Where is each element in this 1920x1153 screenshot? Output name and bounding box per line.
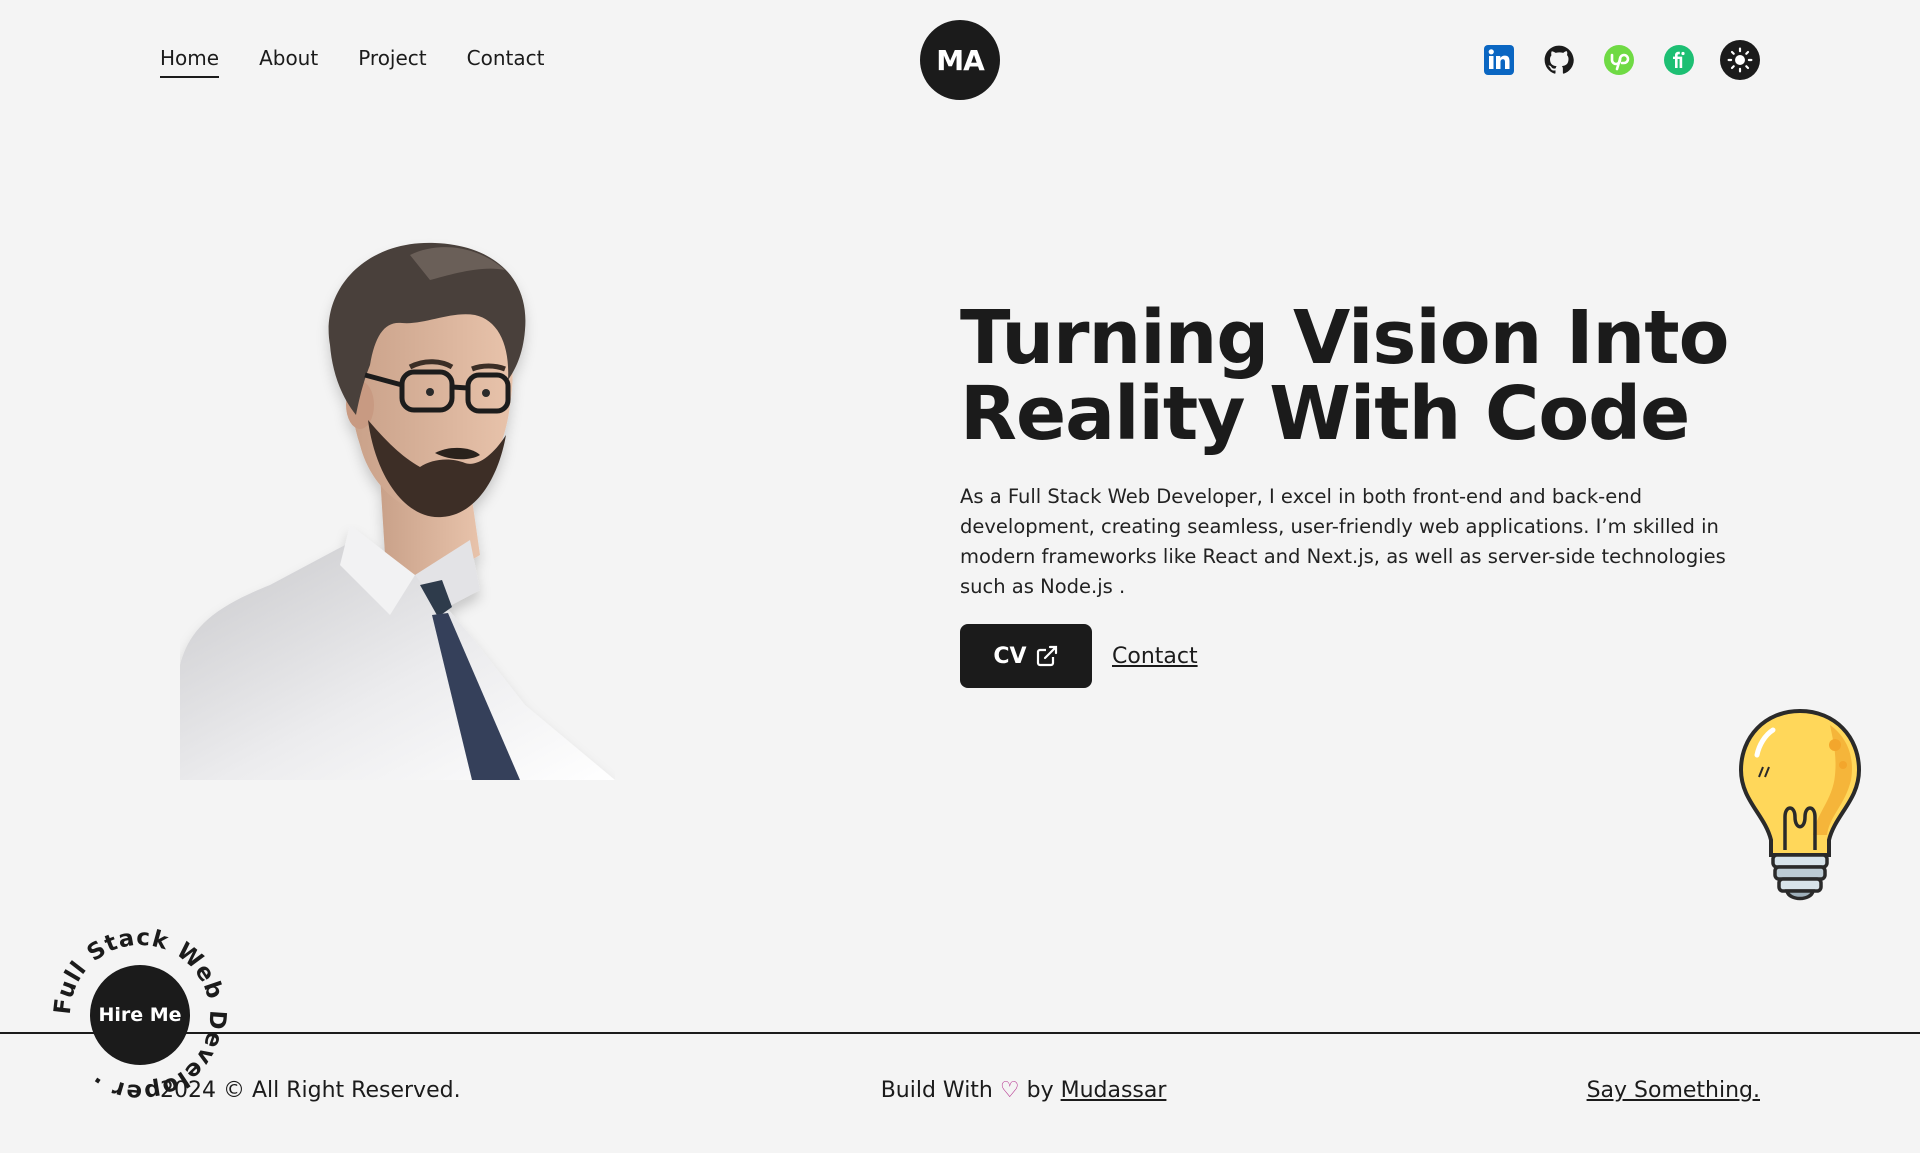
hero-contact-link[interactable]: Contact [1112,644,1198,669]
main-nav: Home About Project Contact [160,46,544,78]
cv-button[interactable]: CV [960,624,1092,688]
hero-title-line-1: Turning Vision Into [960,295,1729,381]
build-credit: Build With ♡ by Mudassar [881,1078,1167,1103]
build-by-text: by [1026,1078,1054,1103]
hero-title: Turning Vision Into Reality With Code [960,300,1760,452]
site-logo[interactable]: MA [920,20,1000,100]
author-link[interactable]: Mudassar [1061,1078,1167,1103]
upwork-icon[interactable] [1600,41,1638,79]
theme-toggle-button[interactable] [1720,40,1760,80]
linkedin-icon[interactable] [1480,41,1518,79]
nav-project[interactable]: Project [358,46,426,78]
sun-icon [1727,47,1753,73]
external-link-icon [1036,645,1057,667]
fiverr-icon[interactable] [1660,41,1698,79]
say-something-link[interactable]: Say Something. [1587,1078,1760,1103]
build-with-text: Build With [880,1078,993,1103]
nav-about[interactable]: About [259,46,318,78]
hero-section: Turning Vision Into Reality With Code As… [960,300,1760,688]
nav-contact[interactable]: Contact [467,46,545,78]
profile-portrait-image [180,235,615,780]
cv-button-label: CV [993,643,1027,669]
lightbulb-icon [1735,705,1865,919]
copyright-text: 2024 © All Right Reserved. [160,1078,461,1103]
social-links [1480,40,1760,80]
hero-title-line-2: Reality With Code [960,371,1690,457]
heart-icon: ♡ [999,1078,1020,1103]
hero-description: As a Full Stack Web Developer, I excel i… [960,485,1726,598]
hero-actions: CV Contact [960,624,1760,688]
hire-me-button[interactable]: Hire Me [90,965,190,1065]
nav-home[interactable]: Home [160,46,220,78]
github-icon[interactable] [1540,41,1578,79]
footer-divider [0,1032,1920,1034]
footer: 2024 © All Right Reserved. Build With ♡ … [160,1078,1760,1103]
